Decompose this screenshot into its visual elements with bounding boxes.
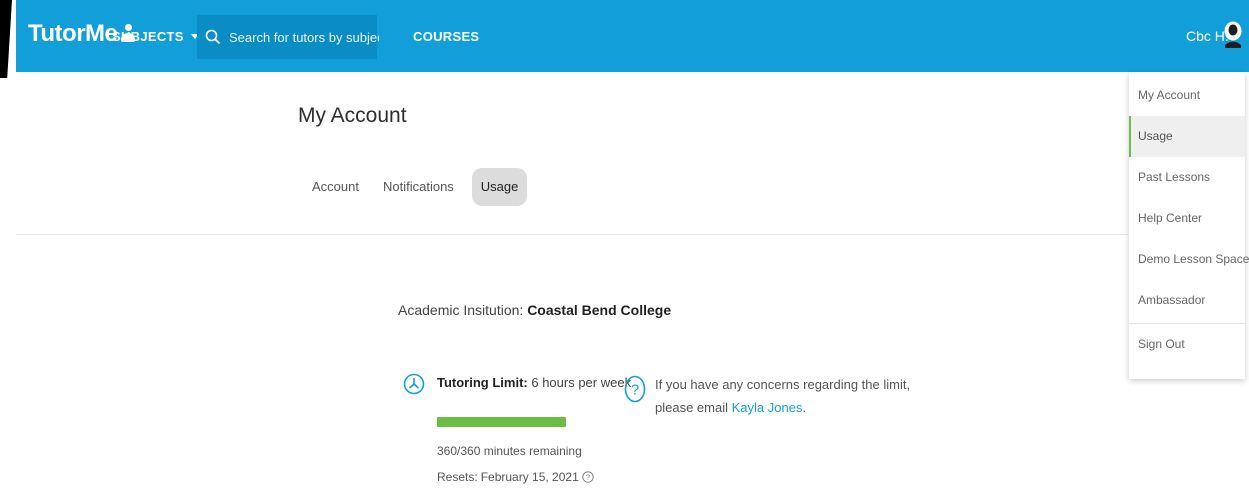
search-input[interactable]	[229, 29, 379, 45]
left-edge	[0, 0, 16, 497]
tutoring-limit-label: Tutoring Limit:	[437, 375, 528, 390]
usage-progress-fill	[437, 417, 566, 427]
concerns-line-2: please email Kayla Jones.	[655, 396, 910, 419]
contact-email-link[interactable]: Kayla Jones	[732, 400, 803, 415]
subjects-label: SUBJECTS	[112, 29, 184, 44]
concerns-prefix: please email	[655, 400, 728, 415]
search-box[interactable]	[197, 15, 379, 59]
tab-account[interactable]: Account	[304, 168, 367, 206]
svg-text:?: ?	[631, 382, 639, 399]
resets-date: February 15, 2021	[480, 470, 579, 484]
concerns-line-1: If you have any concerns regarding the l…	[655, 377, 911, 392]
institution-name: Coastal Bend College	[527, 302, 672, 318]
account-dropdown-menu: My Account Usage Past Lessons Help Cente…	[1129, 72, 1249, 379]
user-avatar-icon[interactable]	[1223, 21, 1243, 49]
menu-item-usage[interactable]: Usage	[1129, 116, 1245, 157]
menu-item-past-lessons[interactable]: Past Lessons	[1129, 157, 1245, 198]
logo-text: TutorMe	[28, 20, 118, 47]
svg-text:?: ?	[586, 473, 590, 482]
menu-item-demo-lesson-space[interactable]: Demo Lesson Space	[1129, 239, 1249, 280]
page-title: My Account	[298, 104, 407, 127]
resets-line: Resets: February 15, 2021 ?	[437, 470, 594, 484]
tab-notifications[interactable]: Notifications	[375, 168, 462, 206]
account-tabs: Account Notifications Usage	[298, 168, 528, 206]
menu-item-my-account[interactable]: My Account	[1129, 75, 1245, 116]
subjects-menu[interactable]: SUBJECTS	[112, 29, 199, 44]
menu-item-sign-out[interactable]: Sign Out	[1129, 324, 1245, 365]
search-icon	[205, 29, 221, 45]
tab-usage[interactable]: Usage	[471, 168, 528, 206]
courses-link[interactable]: COURSES	[413, 29, 479, 44]
section-divider	[16, 234, 1128, 235]
menu-item-ambassador[interactable]: Ambassador	[1129, 280, 1245, 321]
question-circle-small-icon[interactable]: ?	[582, 471, 594, 483]
concerns-suffix: .	[802, 400, 807, 415]
question-circle-icon: ?	[624, 375, 646, 403]
tutoring-limit-value: 6 hours per week	[531, 375, 632, 390]
tutoring-limit: Tutoring Limit: 6 hours per week	[437, 375, 631, 390]
institution-label: Academic Insitution:	[398, 302, 524, 318]
resets-label: Resets:	[437, 470, 478, 484]
menu-item-help-center[interactable]: Help Center	[1129, 198, 1245, 239]
limit-concerns-text: If you have any concerns regarding the l…	[655, 373, 910, 419]
edge-artifact	[0, 0, 12, 78]
institution-line: Academic Insitution: Coastal Bend Colleg…	[398, 302, 671, 318]
clock-icon	[403, 373, 425, 395]
minutes-remaining: 360/360 minutes remaining	[437, 444, 582, 458]
top-nav-bar: TutorMe SUBJECTS COURSES Cbc H.	[16, 0, 1249, 72]
usage-progress-bar	[437, 417, 566, 427]
